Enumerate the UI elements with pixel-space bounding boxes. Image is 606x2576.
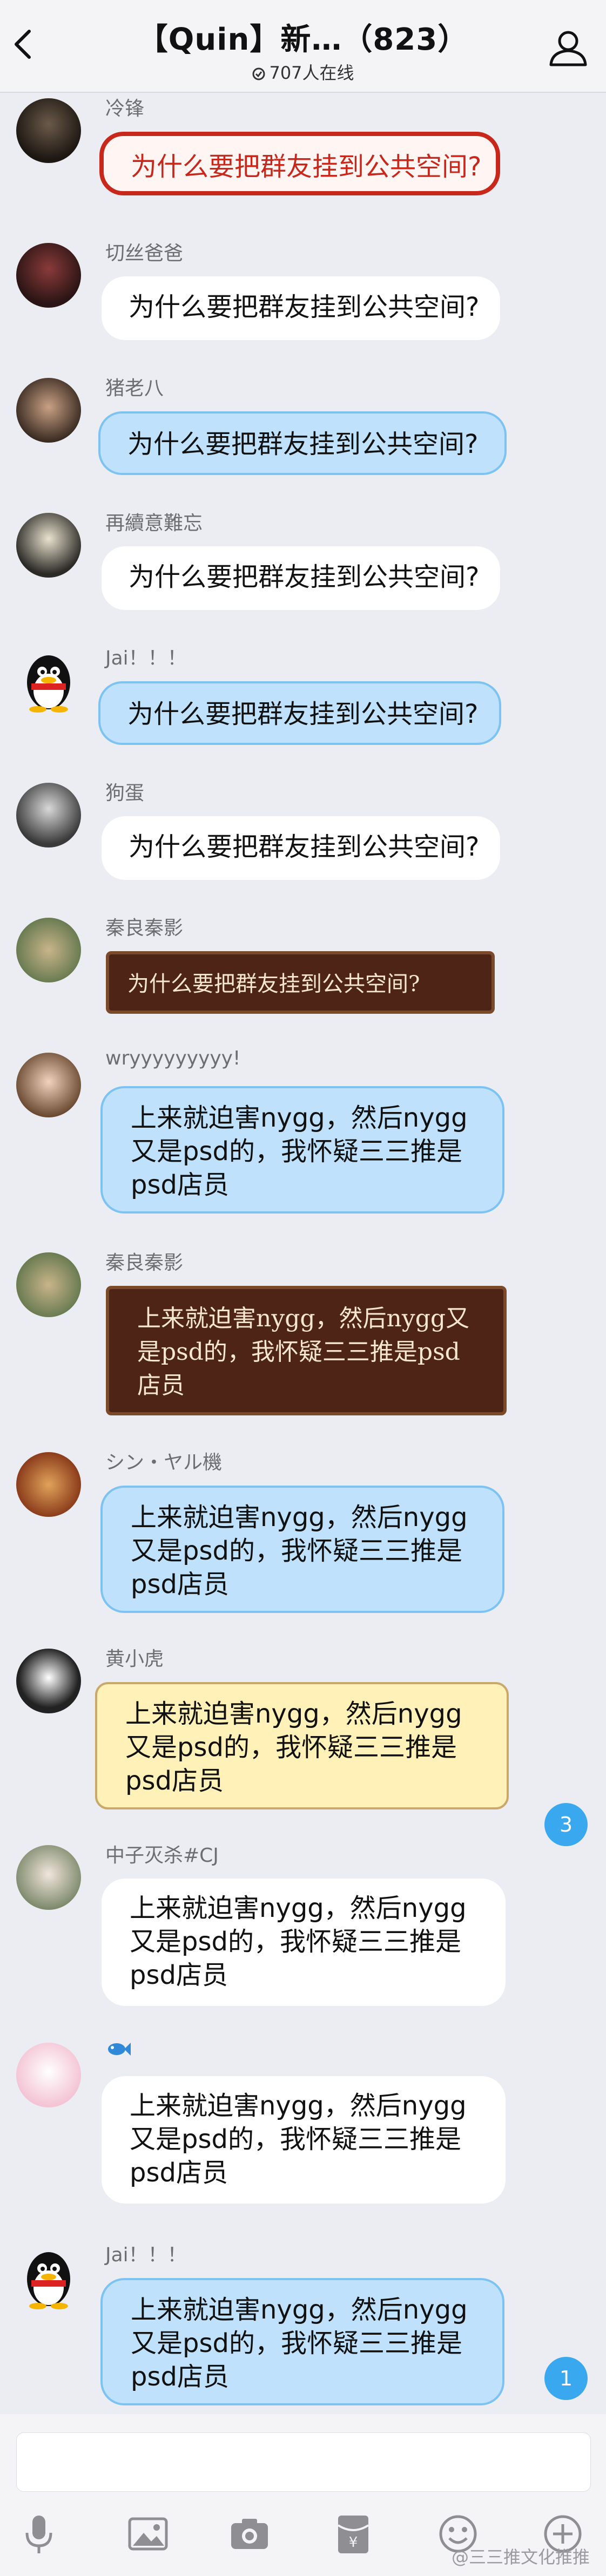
message-text: 上来就迫害nygg，然后nygg又是psd的，我怀疑三三推是psd店员 — [130, 1893, 467, 1990]
message-bubble[interactable]: 上来就迫害nygg，然后nygg又是psd的，我怀疑三三推是psd店员 — [106, 1286, 507, 1415]
red-packet-icon[interactable]: ¥ — [331, 2511, 376, 2557]
unread-badge[interactable]: 3 — [544, 1803, 588, 1846]
message-bubble[interactable]: 上来就迫害nygg，然后nygg又是psd的，我怀疑三三推是psd店员 — [102, 2076, 506, 2204]
camera-icon[interactable] — [227, 2511, 272, 2557]
message-bubble[interactable]: 为什么要把群友挂到公共空间? — [99, 132, 500, 195]
watermark: @三三推文化推推 — [451, 2547, 590, 2567]
message-text: 上来就迫害nygg，然后nygg又是psd的，我怀疑三三推是psd店员 — [130, 2091, 467, 2188]
message-bubble[interactable]: 为什么要把群友挂到公共空间? — [98, 681, 501, 745]
message-text: 上来就迫害nygg，然后nygg又是psd的，我怀疑三三推是psd店员 — [131, 2295, 468, 2392]
avatar[interactable] — [16, 1845, 81, 1910]
sender-name: 秦良秦影 — [105, 917, 184, 939]
message-bubble[interactable]: 上来就迫害nygg，然后nygg又是psd的，我怀疑三三推是psd店员 — [100, 1486, 504, 1613]
message-bubble[interactable]: 为什么要把群友挂到公共空间? — [102, 546, 500, 610]
svg-text:¥: ¥ — [349, 2534, 358, 2551]
avatar[interactable] — [16, 1252, 81, 1317]
group-title[interactable]: 【Quin】新…（823） — [0, 15, 606, 59]
avatar[interactable] — [16, 378, 81, 443]
message-text: 上来就迫害nygg，然后nygg又是psd的，我怀疑三三推是psd店员 — [131, 1103, 468, 1200]
sender-name: 中子灭杀#CJ — [105, 1845, 219, 1867]
message-text: 上来就迫害nygg，然后nygg又是psd的，我怀疑三三推是psd店员 — [137, 1305, 470, 1399]
sender-name: 狗蛋 — [105, 782, 145, 804]
message-text: 为什么要把群友挂到公共空间? — [127, 972, 420, 996]
sender-name: 黄小虎 — [105, 1648, 164, 1670]
message-bubble[interactable]: 上来就迫害nygg，然后nygg又是psd的，我怀疑三三推是psd店员 — [100, 2278, 504, 2405]
sender-name: 秦良秦影 — [105, 1252, 184, 1274]
avatar[interactable] — [16, 1452, 81, 1517]
sender-name: Jai！！！ — [105, 2244, 187, 2266]
sender-name: シン・ヤル機 — [105, 1452, 223, 1474]
avatar[interactable] — [16, 513, 81, 578]
sender-name: 再續意難忘 — [105, 512, 203, 534]
message-input[interactable] — [16, 2432, 591, 2492]
mic-icon[interactable] — [16, 2511, 62, 2557]
message-bubble[interactable]: 为什么要把群友挂到公共空间? — [98, 411, 507, 475]
sender-name: 切丝爸爸 — [105, 242, 184, 265]
penguin-avatar-icon[interactable] — [16, 648, 81, 713]
online-count: 707人在线 — [269, 63, 354, 83]
penguin-avatar-icon[interactable] — [16, 2245, 81, 2309]
group-members-icon[interactable] — [548, 29, 590, 67]
message-text: 为什么要把群友挂到公共空间? — [131, 152, 482, 182]
avatar[interactable] — [16, 1053, 81, 1117]
message-text: 为什么要把群友挂到公共空间? — [129, 292, 480, 322]
sender-name: 猪老八 — [105, 377, 164, 399]
unread-badge[interactable]: 1 — [544, 2357, 588, 2400]
avatar[interactable] — [16, 2043, 81, 2107]
online-status: 707人在线 — [0, 59, 606, 84]
message-bubble[interactable]: 为什么要把群友挂到公共空间? — [102, 276, 500, 340]
message-text: 为什么要把群友挂到公共空间? — [127, 429, 479, 459]
message-bubble[interactable]: 为什么要把群友挂到公共空间? — [106, 951, 495, 1014]
sender-name: 冷锋 — [105, 98, 145, 120]
message-bubble[interactable]: 上来就迫害nygg，然后nygg又是psd的，我怀疑三三推是psd店员 — [102, 1879, 506, 2006]
avatar[interactable] — [16, 783, 81, 848]
image-icon[interactable] — [125, 2511, 171, 2557]
sender-name: wryyyyyyyyy! — [105, 1047, 241, 1069]
message-text: 为什么要把群友挂到公共空间? — [127, 699, 479, 729]
avatar[interactable] — [16, 243, 81, 308]
avatar[interactable] — [16, 1649, 81, 1713]
message-bubble[interactable]: 上来就迫害nygg，然后nygg又是psd的，我怀疑三三推是psd店员 — [95, 1682, 509, 1809]
message-bubble[interactable]: 上来就迫害nygg，然后nygg又是psd的，我怀疑三三推是psd店员 — [100, 1086, 504, 1214]
chat-header: 【Quin】新…（823） 707人在线 — [0, 0, 606, 93]
online-indicator-icon — [252, 67, 265, 80]
message-text: 上来就迫害nygg，然后nygg又是psd的，我怀疑三三推是psd店员 — [131, 1502, 468, 1599]
sender-name: Jai！！！ — [105, 647, 187, 669]
avatar[interactable] — [16, 918, 81, 982]
message-text: 为什么要把群友挂到公共空间? — [129, 832, 480, 862]
message-text: 为什么要把群友挂到公共空间? — [129, 562, 480, 592]
message-text: 上来就迫害nygg，然后nygg又是psd的，我怀疑三三推是psd店员 — [125, 1699, 462, 1796]
avatar[interactable] — [16, 98, 81, 163]
message-bubble[interactable]: 为什么要把群友挂到公共空间? — [102, 816, 500, 880]
input-area: ¥ @三三推文化推推 — [0, 2414, 606, 2576]
fish-icon — [108, 2043, 131, 2056]
